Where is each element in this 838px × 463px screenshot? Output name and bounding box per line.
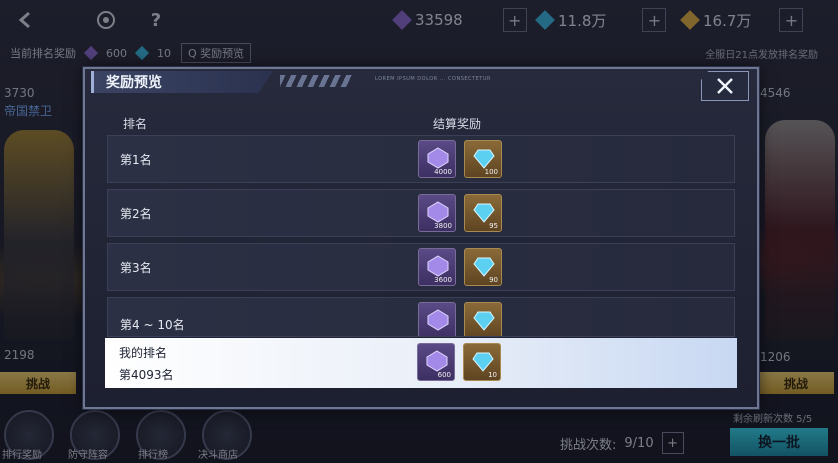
reward-count: 100: [484, 168, 498, 176]
reward-preview-modal: 奖励预览 LOREM IPSUM DOLOR ... CONSECTETUR 排…: [83, 67, 759, 409]
close-icon: [717, 78, 733, 94]
reward-count: 10: [488, 371, 497, 379]
reward-count: 95: [489, 222, 498, 230]
decorative-stripes: [280, 75, 352, 87]
my-rank-row: 我的排名 第4093名 600 10: [105, 338, 737, 388]
crystal-reward[interactable]: 3800: [418, 194, 456, 232]
blue-diamond-icon: [473, 311, 495, 331]
diamond-reward[interactable]: 100: [464, 140, 502, 178]
diamond-reward[interactable]: 90: [464, 248, 502, 286]
diamond-reward[interactable]: [464, 302, 502, 336]
crystal-reward[interactable]: 4000: [418, 140, 456, 178]
decorative-caption: LOREM IPSUM DOLOR ... CONSECTETUR: [375, 76, 491, 82]
rank-row-3: 第3名 3600 90: [107, 243, 735, 291]
rank-column-header: 排名: [123, 117, 148, 131]
crystal-reward[interactable]: 3600: [418, 248, 456, 286]
modal-title: 奖励预览: [91, 71, 273, 93]
crystal-reward[interactable]: 600: [417, 343, 455, 381]
rank-label: 第1名: [120, 153, 152, 167]
diamond-reward[interactable]: 95: [464, 194, 502, 232]
reward-count: 90: [489, 276, 498, 284]
reward-count: 3600: [434, 276, 452, 284]
rank-label: 第2名: [120, 207, 152, 221]
crystal-reward[interactable]: [418, 302, 456, 336]
my-rank-title: 我的排名: [119, 346, 168, 360]
reward-count: 3800: [434, 222, 452, 230]
rank-row-2: 第2名 3800 95: [107, 189, 735, 237]
blue-diamond-icon: [473, 257, 495, 277]
rank-row-4: 第4 ~ 10名: [107, 297, 735, 337]
purple-crystal-icon: [427, 309, 449, 331]
blue-diamond-icon: [473, 149, 495, 169]
table-header: 排名 结算奖励: [107, 111, 735, 133]
rank-label: 第3名: [120, 261, 152, 275]
rank-row-1: 第1名 4000 100: [107, 135, 735, 183]
reward-count: 600: [437, 371, 451, 379]
purple-crystal-icon: [427, 147, 449, 169]
blue-diamond-icon: [472, 352, 494, 372]
blue-diamond-icon: [473, 203, 495, 223]
diamond-reward[interactable]: 10: [463, 343, 501, 381]
close-button[interactable]: [701, 71, 749, 101]
purple-crystal-icon: [427, 201, 449, 223]
reward-count: 4000: [434, 168, 452, 176]
rank-label: 第4 ~ 10名: [120, 318, 185, 332]
purple-crystal-icon: [426, 350, 448, 372]
my-rank-value: 第4093名: [119, 368, 174, 382]
reward-column-header: 结算奖励: [433, 117, 482, 131]
purple-crystal-icon: [427, 255, 449, 277]
